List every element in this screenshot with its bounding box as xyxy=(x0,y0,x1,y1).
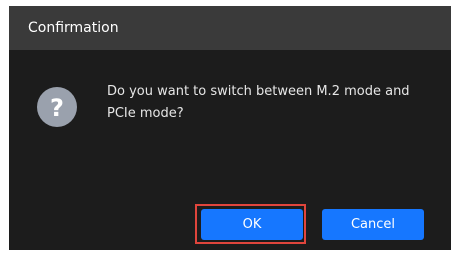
question-glyph: ? xyxy=(50,94,64,122)
confirmation-dialog: Confirmation ? Do you want to switch bet… xyxy=(9,6,451,250)
ok-button[interactable]: OK xyxy=(201,209,303,240)
dialog-title-bar: Confirmation xyxy=(9,6,451,50)
question-icon: ? xyxy=(37,87,77,127)
dialog-title: Confirmation xyxy=(28,20,119,36)
dialog-message: Do you want to switch between M.2 mode a… xyxy=(107,84,410,121)
cancel-button[interactable]: Cancel xyxy=(322,209,424,240)
